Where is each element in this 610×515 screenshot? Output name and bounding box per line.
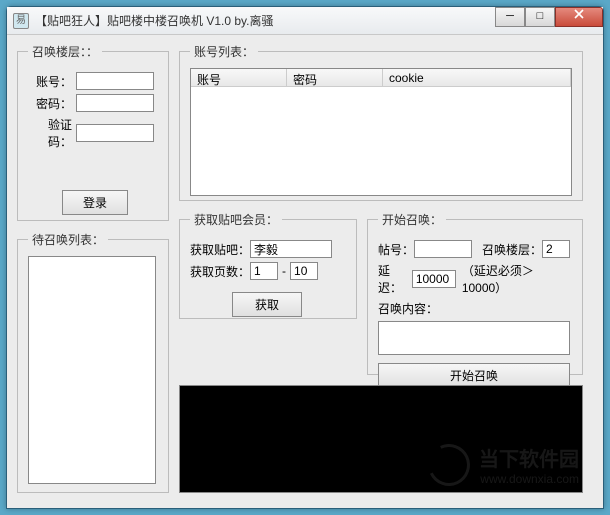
dash-label: -: [282, 264, 286, 278]
delay-label: 延迟：: [378, 262, 412, 296]
password-label: 密码：: [28, 95, 72, 112]
login-group: 召唤楼层：： 账号： 密码： 验证码： 登录: [17, 43, 169, 221]
col-cookie: cookie: [383, 69, 571, 86]
pending-group: 待召唤列表：: [17, 231, 169, 493]
titlebar: 易 【贴吧狂人】贴吧楼中楼召唤机 V1.0 by.离骚 ─ □: [7, 7, 603, 35]
captcha-label: 验证码：: [28, 116, 72, 150]
delay-input[interactable]: [412, 270, 456, 288]
pages-to-input[interactable]: [290, 262, 318, 280]
start-legend: 开始召唤：: [378, 211, 446, 228]
bar-label: 获取贴吧：: [190, 241, 250, 258]
client-area: 召唤楼层：： 账号： 密码： 验证码： 登录 待召唤列表： 账号列表：: [7, 35, 603, 508]
maximize-button[interactable]: □: [525, 7, 555, 27]
col-password: 密码: [287, 69, 383, 86]
close-button[interactable]: [555, 7, 603, 27]
captcha-input[interactable]: [76, 124, 154, 142]
pages-label: 获取页数：: [190, 263, 250, 280]
app-icon: 易: [13, 13, 29, 29]
password-input[interactable]: [76, 94, 154, 112]
accounts-table-body: [191, 87, 571, 195]
tid-input[interactable]: [414, 240, 472, 258]
window-title: 【贴吧狂人】贴吧楼中楼召唤机 V1.0 by.离骚: [35, 12, 273, 29]
floor-label: 召唤楼层：: [482, 241, 542, 258]
fetch-button[interactable]: 获取: [232, 292, 302, 317]
fetch-legend: 获取贴吧会员：: [190, 211, 282, 228]
accounts-group: 账号列表： 账号 密码 cookie: [179, 43, 583, 201]
pending-listbox[interactable]: [28, 256, 156, 484]
login-button[interactable]: 登录: [62, 190, 128, 215]
pending-legend: 待召唤列表：: [28, 231, 108, 248]
accounts-table[interactable]: 账号 密码 cookie: [190, 68, 572, 196]
log-panel: [179, 385, 583, 493]
col-account: 账号: [191, 69, 287, 86]
tid-label: 帖号：: [378, 241, 414, 258]
delay-hint: （延迟必须＞10000）: [462, 262, 572, 296]
accounts-legend: 账号列表：: [190, 43, 258, 60]
account-label: 账号：: [28, 73, 72, 90]
pages-from-input[interactable]: [250, 262, 278, 280]
content-input[interactable]: [378, 321, 570, 355]
minimize-button[interactable]: ─: [495, 7, 525, 27]
bar-input[interactable]: [250, 240, 332, 258]
start-group: 开始召唤： 帖号： 召唤楼层： 延迟： （延迟必须＞10000） 召唤内容： 开…: [367, 211, 583, 375]
app-window: 易 【贴吧狂人】贴吧楼中楼召唤机 V1.0 by.离骚 ─ □ 召唤楼层：： 账…: [6, 6, 604, 509]
content-label: 召唤内容：: [378, 300, 438, 317]
login-legend: 召唤楼层：：: [28, 43, 102, 60]
fetch-group: 获取贴吧会员： 获取贴吧： 获取页数： - 获取: [179, 211, 357, 319]
account-input[interactable]: [76, 72, 154, 90]
floor-input[interactable]: [542, 240, 570, 258]
